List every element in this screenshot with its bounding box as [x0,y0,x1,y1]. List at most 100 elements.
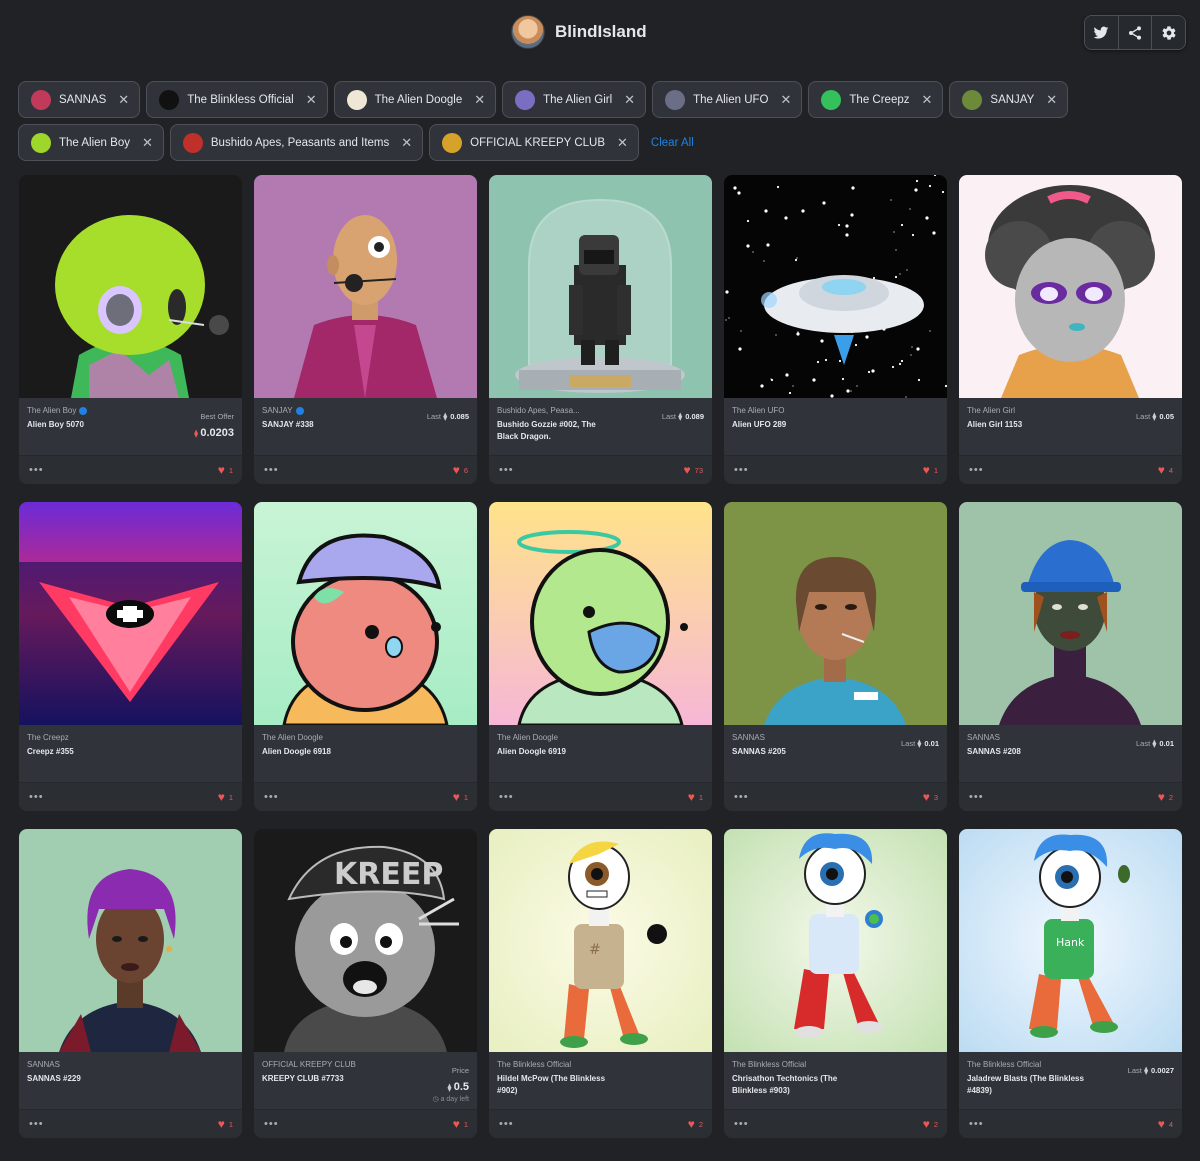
filter-chip[interactable]: OFFICIAL KREEPY CLUB ✕ [429,124,639,161]
close-icon[interactable]: ✕ [401,136,412,149]
nft-card[interactable]: The Alien Girl Alien Girl 1153 Last ⧫ 0.05 •… [959,175,1182,484]
close-icon[interactable]: ✕ [1046,93,1057,106]
nft-image[interactable]: KREEP [254,829,477,1052]
clear-all-link[interactable]: Clear All [651,137,694,149]
nft-card[interactable]: Bushido Apes, Peasa... Bushido Gozzie #00… [489,175,712,484]
favorite-button[interactable]: ♥ 6 [453,463,468,477]
favorite-button[interactable]: ♥ 1 [453,790,468,804]
nft-card[interactable]: The Creepz Creepz #355 ••• ♥ 1 [19,502,242,811]
collection-name[interactable]: The Blinkless Official [732,1060,939,1069]
favorite-button[interactable]: ♥ 2 [1158,790,1173,804]
collection-name[interactable]: The Alien UFO [732,406,939,415]
nft-image[interactable] [19,829,242,1052]
filter-chip[interactable]: The Blinkless Official ✕ [146,81,328,118]
more-options-icon[interactable]: ••• [264,464,279,476]
nft-image[interactable] [254,502,477,725]
collection-thumbnail [515,89,536,110]
price-box: Last ⧫ 0.01 [901,733,939,751]
favorite-button[interactable]: ♥ 1 [218,463,233,477]
nft-card[interactable]: SANJAY SANJAY #338 Last ⧫ 0.085 ••• ♥ 6 [254,175,477,484]
filter-chip[interactable]: The Alien Doogle ✕ [333,81,497,118]
nft-card[interactable]: The Blinkless Official Chrisathon Techton… [724,829,947,1138]
more-options-icon[interactable]: ••• [29,464,44,476]
favorite-button[interactable]: ♥ 2 [923,1117,938,1131]
close-icon[interactable]: ✕ [142,136,153,149]
nft-image[interactable] [724,175,947,398]
nft-image[interactable] [489,175,712,398]
more-options-icon[interactable]: ••• [499,464,514,476]
brand[interactable]: BlindIsland [511,15,647,49]
close-icon[interactable]: ✕ [781,93,792,106]
nft-image[interactable] [19,175,242,398]
card-footer: ••• ♥ 73 [489,455,712,484]
more-options-icon[interactable]: ••• [734,791,749,803]
filter-chip[interactable]: The Creepz ✕ [808,81,944,118]
favorite-button[interactable]: ♥ 1 [218,790,233,804]
nft-card[interactable]: Hank The Blinkless Official Jaladrew Blast… [959,829,1182,1138]
close-icon[interactable]: ✕ [624,93,635,106]
nft-card[interactable]: # The Blinkless Official Hildel McPow (The… [489,829,712,1138]
favorite-button[interactable]: ♥ 1 [218,1117,233,1131]
more-options-icon[interactable]: ••• [734,1118,749,1130]
nft-card[interactable]: The Alien Doogle Alien Doogle 6919 ••• ♥ 1 [489,502,712,811]
collection-name[interactable]: SANNAS [27,1060,234,1069]
more-options-icon[interactable]: ••• [29,791,44,803]
more-options-icon[interactable]: ••• [499,791,514,803]
price-value: 0.0203 [200,427,234,439]
filter-chip[interactable]: Bushido Apes, Peasants and Items ✕ [169,124,424,161]
collection-name[interactable]: The Blinkless Official [497,1060,704,1069]
nft-image[interactable] [959,175,1182,398]
nft-card[interactable]: SANNAS SANNAS #229 ••• ♥ 1 [19,829,242,1138]
more-options-icon[interactable]: ••• [969,464,984,476]
nft-card[interactable]: KREEP OFFICIAL KREEPY CLUB KREEPY CLUB #77… [254,829,477,1138]
collection-name[interactable]: The Creepz [27,733,234,742]
nft-image[interactable] [19,502,242,725]
collection-name[interactable]: The Alien Doogle [497,733,704,742]
close-icon[interactable]: ✕ [118,93,129,106]
nft-image[interactable] [254,175,477,398]
filter-chip[interactable]: SANNAS ✕ [18,81,141,118]
favorite-button[interactable]: ♥ 4 [1158,463,1173,477]
favorite-count: 4 [1168,1119,1173,1129]
more-options-icon[interactable]: ••• [969,1118,984,1130]
share-button[interactable] [1118,16,1153,49]
filter-chip[interactable]: The Alien UFO ✕ [652,81,803,118]
nft-image[interactable]: Hank [959,829,1182,1052]
more-options-icon[interactable]: ••• [29,1118,44,1130]
close-icon[interactable]: ✕ [922,93,933,106]
nft-card[interactable]: The Alien Boy Alien Boy 5070 Best Offer ⧫ 0… [19,175,242,484]
filter-chip[interactable]: SANJAY ✕ [949,81,1069,118]
close-icon[interactable]: ✕ [474,93,485,106]
more-options-icon[interactable]: ••• [264,1118,279,1130]
settings-button[interactable] [1152,16,1185,49]
more-options-icon[interactable]: ••• [969,791,984,803]
favorite-button[interactable]: ♥ 1 [923,463,938,477]
filter-chip[interactable]: The Alien Boy ✕ [18,124,164,161]
twitter-button[interactable] [1085,16,1119,49]
more-options-icon[interactable]: ••• [499,1118,514,1130]
nft-card[interactable]: SANNAS SANNAS #208 Last ⧫ 0.01 ••• ♥ 2 [959,502,1182,811]
more-options-icon[interactable]: ••• [734,464,749,476]
favorite-button[interactable]: ♥ 1 [453,1117,468,1131]
close-icon[interactable]: ✕ [306,93,317,106]
close-icon[interactable]: ✕ [617,136,628,149]
nft-image[interactable]: # [489,829,712,1052]
collection-name[interactable]: The Alien Doogle [262,733,469,742]
favorite-button[interactable]: ♥ 4 [1158,1117,1173,1131]
nft-card[interactable]: The Alien Doogle Alien Doogle 6918 ••• ♥ 1 [254,502,477,811]
favorite-button[interactable]: ♥ 2 [688,1117,703,1131]
nft-image[interactable] [959,502,1182,725]
favorite-button[interactable]: ♥ 73 [684,463,703,477]
nft-card[interactable]: The Alien UFO Alien UFO 289 ••• ♥ 1 [724,175,947,484]
heart-icon: ♥ [922,790,930,804]
more-options-icon[interactable]: ••• [264,791,279,803]
favorite-button[interactable]: ♥ 3 [923,790,938,804]
nft-image[interactable] [489,502,712,725]
card-footer: ••• ♥ 2 [959,782,1182,811]
nft-card[interactable]: SANNAS SANNAS #205 Last ⧫ 0.01 ••• ♥ 3 [724,502,947,811]
nft-info: SANJAY SANJAY #338 Last ⧫ 0.085 [254,398,477,455]
nft-image[interactable] [724,829,947,1052]
filter-chip[interactable]: The Alien Girl ✕ [502,81,647,118]
favorite-button[interactable]: ♥ 1 [688,790,703,804]
nft-image[interactable] [724,502,947,725]
